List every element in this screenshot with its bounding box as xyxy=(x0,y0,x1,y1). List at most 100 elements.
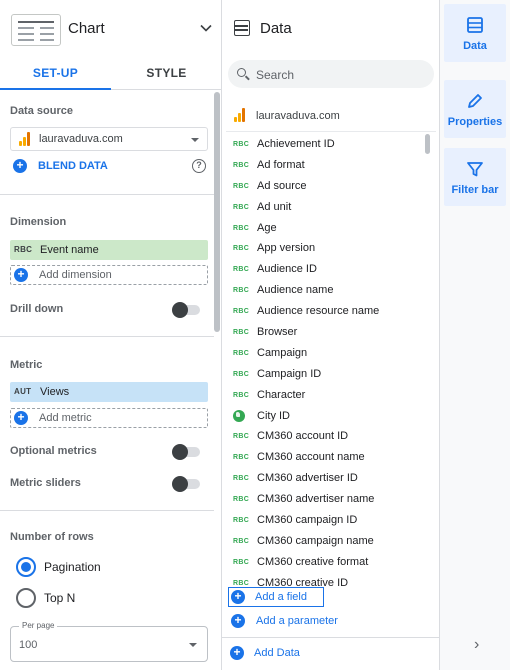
right-rail: Data Properties Filter bar › xyxy=(440,0,510,670)
field-name: Audience resource name xyxy=(257,305,380,318)
add-circle-icon: + xyxy=(230,646,244,660)
field-item[interactable]: RBC Achievement ID xyxy=(222,134,430,155)
data-source-value: lauravaduva.com xyxy=(39,133,123,145)
field-item[interactable]: RBC Audience resource name xyxy=(222,301,430,322)
add-circle-icon: + xyxy=(14,411,28,425)
chevron-down-icon[interactable] xyxy=(198,20,214,36)
radio-unselected-icon[interactable] xyxy=(16,588,36,608)
table-chart-thumbnail-icon[interactable] xyxy=(11,14,61,46)
add-parameter-button[interactable]: + Add a parameter xyxy=(230,613,430,629)
drill-down-toggle[interactable] xyxy=(172,302,200,318)
field-item[interactable]: RBC CM360 account name xyxy=(222,447,430,468)
field-name: Audience ID xyxy=(257,263,317,276)
text-type-icon: RBC xyxy=(233,558,250,566)
field-name: CM360 campaign ID xyxy=(257,514,358,527)
blend-data-label: BLEND DATA xyxy=(38,160,108,172)
text-type-icon: RBC xyxy=(233,182,250,190)
field-item[interactable]: RBC Campaign xyxy=(222,343,430,364)
text-type-icon: RBC xyxy=(233,224,250,232)
tab-setup[interactable]: SET-UP xyxy=(0,56,111,90)
data-source-name: lauravaduva.com xyxy=(256,110,340,122)
field-item[interactable]: City ID xyxy=(222,406,430,427)
add-metric-button[interactable]: + Add metric xyxy=(10,408,208,428)
text-type-icon: RBC xyxy=(233,370,250,378)
field-item[interactable]: RBC CM360 advertiser ID xyxy=(222,468,430,489)
search-input[interactable] xyxy=(256,67,426,83)
field-name: Campaign xyxy=(257,346,308,359)
add-parameter-label: Add a parameter xyxy=(256,615,338,627)
pagination-option[interactable]: Pagination xyxy=(16,557,206,577)
field-name: Audience name xyxy=(257,284,334,297)
text-type-icon: RBC xyxy=(233,349,250,357)
pencil-icon xyxy=(468,94,482,108)
add-circle-icon: + xyxy=(14,268,28,282)
search-icon xyxy=(237,68,246,77)
per-page-label: Per page xyxy=(19,621,58,630)
text-type-icon: RBC xyxy=(233,203,250,211)
metric-chip-views[interactable]: AUT Views xyxy=(10,382,208,402)
divider xyxy=(226,131,436,132)
tab-style[interactable]: STYLE xyxy=(111,56,222,90)
field-item[interactable]: RBC Character xyxy=(222,385,430,406)
top-n-option[interactable]: Top N xyxy=(16,588,206,608)
field-search[interactable] xyxy=(228,60,434,88)
data-source-select[interactable]: lauravaduva.com xyxy=(10,127,208,151)
filter-icon xyxy=(467,162,483,177)
text-type-icon: RBC xyxy=(233,287,250,295)
text-type-icon: RBC xyxy=(233,537,250,545)
dimension-label: Dimension xyxy=(10,216,67,228)
analytics-icon xyxy=(234,108,246,122)
text-type-icon: RBC xyxy=(233,517,250,525)
field-item[interactable]: RBC Audience name xyxy=(222,280,430,301)
field-name: Achievement ID xyxy=(257,138,335,150)
divider xyxy=(0,336,214,337)
text-type-icon: RBC xyxy=(233,433,250,441)
help-icon[interactable]: ? xyxy=(192,159,206,173)
field-item[interactable]: RBC CM360 creative format xyxy=(222,552,430,573)
field-name: Campaign ID xyxy=(257,367,322,380)
field-item[interactable]: RBC CM360 campaign ID xyxy=(222,510,430,531)
field-item[interactable]: RBC Age xyxy=(222,218,430,239)
data-source-row[interactable]: lauravaduva.com xyxy=(232,108,432,124)
field-item[interactable]: RBC CM360 advertiser name xyxy=(222,489,430,510)
add-field-button[interactable]: + Add a field xyxy=(228,587,324,607)
field-name: CM360 creative format xyxy=(257,555,369,568)
optional-metrics-toggle[interactable] xyxy=(172,444,200,460)
field-item[interactable]: RBC Ad unit xyxy=(222,197,430,218)
field-item[interactable]: RBC CM360 account ID xyxy=(222,426,430,447)
dimension-chip-event-name[interactable]: RBC Event name xyxy=(10,240,208,260)
field-item[interactable]: RBC Audience ID xyxy=(222,259,430,280)
field-item[interactable]: RBC Ad source xyxy=(222,176,430,197)
rail-filter-bar-button[interactable]: Filter bar xyxy=(444,148,506,206)
data-panel-title: Data xyxy=(260,20,292,37)
radio-selected-icon[interactable] xyxy=(16,557,36,577)
field-name: Ad format xyxy=(257,158,305,171)
field-item[interactable]: RBC Ad format xyxy=(222,155,430,176)
field-item[interactable]: RBC Browser xyxy=(222,322,430,343)
toggle-knob xyxy=(172,444,188,460)
add-data-button[interactable]: + Add Data xyxy=(230,645,430,661)
field-item[interactable]: RBC Campaign ID xyxy=(222,364,430,385)
chevron-right-icon[interactable]: › xyxy=(474,636,479,654)
text-type-icon: RBC xyxy=(233,266,250,274)
rail-properties-button[interactable]: Properties xyxy=(444,80,506,138)
field-item[interactable]: RBC CM360 campaign name xyxy=(222,531,430,552)
field-name: Character xyxy=(257,388,306,401)
field-item[interactable]: RBC CM360 creative ID xyxy=(222,573,430,586)
setup-scrollbar[interactable] xyxy=(214,92,220,332)
fields-scrollbar[interactable] xyxy=(425,134,430,154)
rail-data-button[interactable]: Data xyxy=(444,4,506,62)
rail-filter-bar-label: Filter bar xyxy=(451,184,499,196)
dropdown-caret-icon xyxy=(189,643,197,647)
field-item[interactable]: RBC App version xyxy=(222,238,430,259)
add-dimension-button[interactable]: + Add dimension xyxy=(10,265,208,285)
analytics-icon xyxy=(19,132,31,146)
chart-type-title[interactable]: Chart xyxy=(68,20,105,37)
divider xyxy=(0,510,214,511)
chart-setup-panel: Chart SET-UP STYLE Data source lauravadu… xyxy=(0,0,222,670)
per-page-select[interactable]: Per page 100 xyxy=(10,621,208,662)
text-type-icon: RBC xyxy=(233,161,250,169)
metric-sliders-toggle[interactable] xyxy=(172,476,200,492)
blend-data-button[interactable]: + BLEND DATA ? xyxy=(10,159,208,175)
chart-header: Chart xyxy=(0,0,222,56)
